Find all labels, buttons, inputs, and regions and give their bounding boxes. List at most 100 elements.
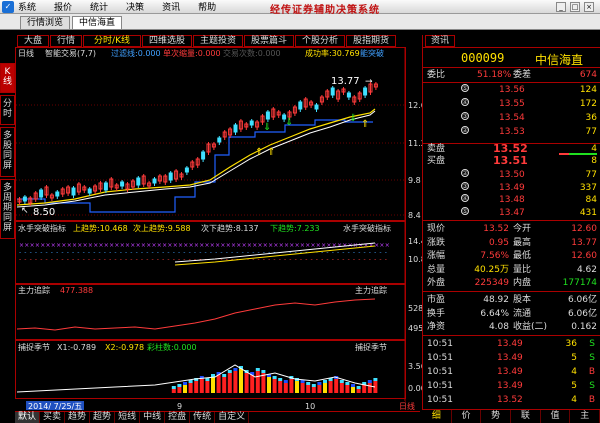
panel2-mark: - xyxy=(77,256,79,263)
panel2-mark: - xyxy=(210,249,212,256)
panel2-tick: 10.82 xyxy=(408,255,422,264)
panel2-mark: × xyxy=(19,242,24,249)
season-bar xyxy=(250,375,255,393)
func-tab-market[interactable]: 大盘 xyxy=(17,35,50,47)
fundamental-row[interactable]: 换手 6.64% 流通 6.06亿 xyxy=(423,308,600,320)
buy-order-row[interactable]: ② 13.50 77 xyxy=(423,169,600,181)
side-tab-kline[interactable]: K线 xyxy=(0,63,15,93)
btab-default[interactable]: 默认 xyxy=(15,412,41,423)
panel2-mark: - xyxy=(141,249,143,256)
buy-order-row[interactable]: ④ 13.48 84 xyxy=(423,194,600,206)
season-bar xyxy=(323,383,327,393)
panel2-mark: - xyxy=(109,256,111,263)
menu-item-quote[interactable]: 报价 xyxy=(54,0,72,13)
panel2-mark: - xyxy=(321,249,323,256)
panel2-mark: - xyxy=(342,249,344,256)
btab-super[interactable]: 超势 xyxy=(90,412,116,423)
btab-mid[interactable]: 中线 xyxy=(140,412,166,423)
menu-item-info[interactable]: 资讯 xyxy=(162,0,180,13)
tick-trade-row[interactable]: 10:51 13.52 4 B xyxy=(423,394,600,406)
candle-body xyxy=(249,120,254,126)
panel2-mark: - xyxy=(364,249,366,256)
func-tab-kline[interactable]: 分时/K线 xyxy=(83,35,141,47)
qtab-main[interactable]: 主 xyxy=(570,410,600,423)
panel2-mark: - xyxy=(162,249,164,256)
side-tab-intraday[interactable]: 分时 xyxy=(0,95,15,125)
tab-market-browse[interactable]: 行情浏览 xyxy=(20,16,71,29)
candle-body xyxy=(233,124,238,133)
panel2-mark: - xyxy=(300,256,302,263)
tab-stock-citic[interactable]: 中信海直 xyxy=(72,16,123,29)
func-tab-battle[interactable]: 股票篇斗 xyxy=(244,35,295,47)
qtab-link[interactable]: 联 xyxy=(511,410,541,423)
candle-body xyxy=(87,188,92,194)
panel2-up: 上趋势:10.468 xyxy=(73,223,128,233)
month-label-9: 9 xyxy=(177,402,182,411)
indicator-line1: 过滤线:0.000 xyxy=(111,48,161,58)
side-tab-multi-period[interactable]: 多周期同屏 xyxy=(0,179,15,239)
tick-trade-row[interactable]: 10:51 13.49 5 S xyxy=(423,380,600,392)
sell-order-row[interactable]: ⑤ 13.56 124 xyxy=(423,84,600,96)
panel2-right-name: 水手突破指标 xyxy=(343,223,391,233)
quote-stat-row[interactable]: 现价 13.52 今开 12.60 xyxy=(423,223,600,235)
menu-bar: ✓ 系统 报价 统计 决策 资讯 帮助 经传证券辅助决策系统 _ □ × xyxy=(0,0,600,16)
quote-stat-row[interactable]: 外盘 225349 内盘 177174 xyxy=(423,277,600,289)
price-tick-label: 9.8 xyxy=(408,176,421,185)
panel2-mark: × xyxy=(157,242,162,249)
tick-trade-row[interactable]: 10:51 13.49 5 S xyxy=(423,352,600,364)
panel2-mark: - xyxy=(379,256,381,263)
info-tab[interactable]: 资讯 xyxy=(425,35,456,47)
season-bar xyxy=(311,387,316,393)
buy-order-row[interactable]: ⑤ 13.47 431 xyxy=(423,206,600,219)
func-tab-quote[interactable]: 行情 xyxy=(50,35,83,47)
menu-item-stats[interactable]: 统计 xyxy=(90,0,108,13)
buy-order-row[interactable]: ③ 13.49 337 xyxy=(423,181,600,194)
menu-item-help[interactable]: 帮助 xyxy=(198,0,216,13)
btab-short[interactable]: 短线 xyxy=(115,412,141,423)
panel2-mark: × xyxy=(236,242,241,249)
panel2-mark: - xyxy=(374,256,376,263)
close-icon[interactable]: × xyxy=(584,2,594,12)
kline-chart-area[interactable]: 12.6 11.2 9.8 8.4 日线 智能交易(7,7) 过滤线:0.000… xyxy=(15,47,422,411)
sell-order-row[interactable]: ④ 13.55 172 xyxy=(423,98,600,110)
minimize-icon[interactable]: _ xyxy=(556,2,566,12)
tick-trade-row[interactable]: 10:51 13.49 4 B xyxy=(423,366,600,378)
buy-1-row[interactable]: 买盘 13.51 8 xyxy=(423,155,600,167)
panel2-mark: - xyxy=(83,256,85,263)
maximize-icon[interactable]: □ xyxy=(570,2,580,12)
panel2-mark: - xyxy=(130,256,132,263)
season-bar-cap xyxy=(272,376,277,379)
qtab-price[interactable]: 价 xyxy=(452,410,482,423)
quote-stat-row[interactable]: 涨幅 7.56% 最低 12.60 xyxy=(423,250,600,262)
menu-item-system[interactable]: 系统 xyxy=(18,0,36,13)
func-tab-theme[interactable]: 主题投资 xyxy=(192,35,243,47)
qtab-detail[interactable]: 细 xyxy=(422,410,452,423)
sell-order-row[interactable]: ② 13.53 77 xyxy=(423,126,600,138)
quote-stat-row[interactable]: 涨跌 0.95 最高 13.77 xyxy=(423,237,600,249)
func-tab-select[interactable]: 四维选股 xyxy=(141,35,192,47)
tick-trade-row[interactable]: 10:51 13.49 36 S xyxy=(423,338,600,350)
season-bar xyxy=(255,371,260,393)
fundamental-row[interactable]: 市盈 48.92 股本 6.06亿 xyxy=(423,294,600,306)
btab-classic[interactable]: 传统 xyxy=(190,412,216,423)
season-bar xyxy=(345,385,350,393)
panel2-mark: × xyxy=(83,242,88,249)
panel2-tick: 14.43 xyxy=(408,237,422,246)
season-bar-cap xyxy=(278,378,283,381)
func-tab-analysis[interactable]: 个股分析 xyxy=(295,35,346,47)
sell-order-row[interactable]: ③ 13.54 36 xyxy=(423,112,600,124)
panel2-mark: - xyxy=(167,256,169,263)
btab-buysell[interactable]: 买卖 xyxy=(40,412,66,423)
btab-trend[interactable]: 趋势 xyxy=(65,412,91,423)
quote-stat-row[interactable]: 总量 40.25万 量比 4.62 xyxy=(423,264,600,276)
qtab-trend[interactable]: 势 xyxy=(481,410,512,423)
panel4-x3: 彩柱数:0.000 xyxy=(147,342,197,352)
btab-custom[interactable]: 自定义 xyxy=(215,412,250,423)
fundamental-row[interactable]: 净资 4.08 收益(二) 0.162 xyxy=(423,321,600,333)
btab-control[interactable]: 控盘 xyxy=(165,412,191,423)
stock-name: 中信海直 xyxy=(535,53,584,67)
menu-item-decision[interactable]: 决策 xyxy=(126,0,144,13)
qtab-value[interactable]: 值 xyxy=(541,410,571,423)
side-tab-multi-stock[interactable]: 多股同屏 xyxy=(0,127,15,177)
func-tab-futures[interactable]: 股指期货 xyxy=(346,35,397,47)
